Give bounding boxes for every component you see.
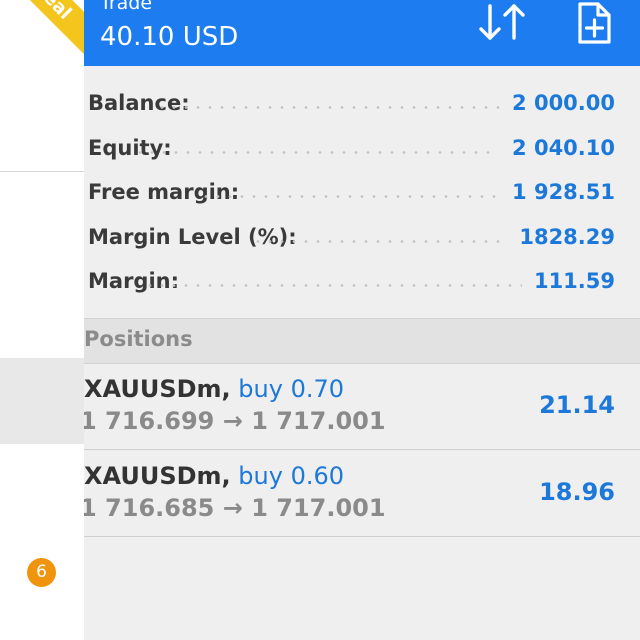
balance-value: 2 000.00 (512, 91, 615, 115)
position-symbol: XAUUSDm, (84, 462, 231, 490)
margin-level-value: 1828.29 (519, 225, 615, 249)
new-order-button[interactable] (571, 0, 617, 48)
positions-section-header: Positions (0, 318, 640, 364)
dot-leader (144, 284, 522, 287)
total-profit: 40.10 USD (100, 22, 239, 52)
position-profit: 18.96 (539, 478, 615, 506)
account-type-ribbon: Real (0, 0, 84, 64)
margin-level-row: Margin Level (%): 1828.29 (0, 215, 640, 259)
position-side-volume: buy 0.70 (238, 375, 345, 403)
drawer-item-selected[interactable] (0, 358, 84, 444)
balance-label: Balance: (88, 91, 190, 115)
sort-button[interactable] (476, 0, 530, 46)
notification-badge[interactable]: 6 (27, 558, 56, 587)
equity-row: Equity: 2 040.10 (0, 126, 640, 170)
free-margin-label: Free margin: (88, 180, 240, 204)
ribbon-label: Real (29, 0, 76, 24)
margin-label: Margin: (88, 269, 180, 293)
dot-leader (200, 195, 502, 198)
position-row[interactable]: XAUUSDm, buy 0.70 1 716.699 → 1 717.001 … (0, 363, 640, 450)
margin-value: 111.59 (533, 269, 615, 293)
balance-row: Balance: 2 000.00 (0, 81, 640, 125)
positions-header-label: Positions (84, 327, 193, 351)
free-margin-value: 1 928.51 (512, 180, 615, 204)
new-document-icon (578, 2, 611, 44)
position-prices: 1 716.699 → 1 717.001 (80, 407, 386, 435)
position-prices: 1 716.685 → 1 717.001 (80, 494, 386, 522)
dot-leader (156, 106, 500, 109)
sort-arrows-icon (479, 4, 525, 40)
top-bar: Trade 40.10 USD (0, 0, 640, 66)
page-title: Trade (100, 0, 153, 14)
margin-row: Margin: 111.59 (0, 259, 640, 303)
position-title: XAUUSDm, buy 0.60 (84, 462, 344, 490)
position-row[interactable]: XAUUSDm, buy 0.60 1 716.685 → 1 717.001 … (0, 450, 640, 537)
dot-leader (252, 240, 502, 243)
position-symbol: XAUUSDm, (84, 375, 231, 403)
trade-panel: Trade 40.10 USD Balance: 2 000.00 Equity… (0, 0, 640, 640)
equity-value: 2 040.10 (512, 136, 615, 160)
free-margin-row: Free margin: 1 928.51 (0, 170, 640, 214)
position-side-volume: buy 0.60 (238, 462, 345, 490)
equity-label: Equity: (88, 136, 172, 160)
position-title: XAUUSDm, buy 0.70 (84, 375, 344, 403)
drawer-divider (0, 171, 84, 172)
navigation-drawer[interactable]: Real 6 (0, 0, 84, 640)
dot-leader (134, 151, 498, 154)
margin-level-label: Margin Level (%): (88, 225, 297, 249)
position-profit: 21.14 (539, 391, 615, 419)
